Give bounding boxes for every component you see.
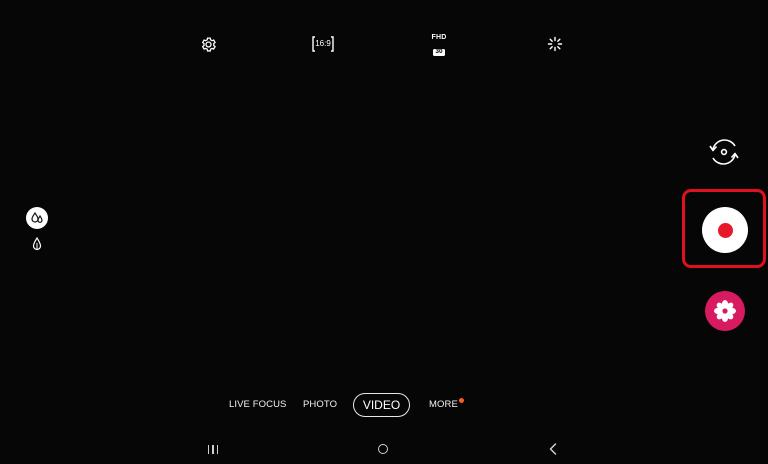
gear-icon [201,36,216,52]
effects-button[interactable] [543,32,567,56]
recent-apps-icon-bar [212,444,214,454]
recent-apps-icon [207,444,210,454]
aspect-ratio-label: 16:9 [315,39,331,48]
camera-switch-icon [709,139,739,165]
recent-apps-icon-bar [216,444,219,454]
back-button[interactable] [544,441,562,457]
back-icon [549,443,557,455]
water-drop-icon [31,211,43,223]
tone-button[interactable] [31,236,43,251]
home-icon [378,444,388,454]
switch-camera-button[interactable] [705,133,743,171]
mode-more[interactable]: MORE [429,399,458,410]
flower-icon [714,300,736,322]
gallery-button[interactable] [705,291,745,331]
beauty-button[interactable] [26,207,48,229]
sparkle-icon [547,36,563,52]
drop-icon [32,236,42,251]
recent-apps-button[interactable] [204,441,222,457]
aspect-ratio-button[interactable]: 16:9 [311,32,335,56]
resolution-label: FHD [431,34,447,41]
mode-live-focus[interactable]: LIVE FOCUS [229,399,287,410]
framerate-label: 30 [433,48,445,56]
more-notification-dot [459,398,464,403]
mode-photo[interactable]: PHOTO [303,399,337,410]
video-size-button[interactable]: FHD 30 [430,34,448,57]
home-button[interactable] [374,441,392,457]
settings-button[interactable] [196,32,220,56]
camera-mode-bar: LIVE FOCUS PHOTO VIDEO MORE [0,393,768,419]
mode-video[interactable]: VIDEO [353,393,410,417]
camera-viewfinder[interactable]: 16:9 FHD 30 LIVE FOCUS PHOTO VIDEO MORE [0,0,768,464]
record-button[interactable] [702,207,748,253]
record-icon [717,222,733,238]
